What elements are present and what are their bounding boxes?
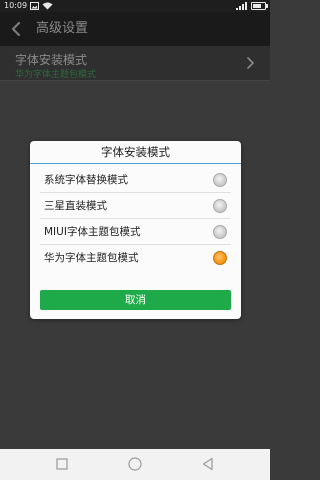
cancel-button[interactable]: 取消 xyxy=(40,290,231,310)
dialog-title-divider xyxy=(30,163,241,164)
option-label: 华为字体主题包模式 xyxy=(44,252,139,264)
battery-icon xyxy=(251,2,268,10)
triangle-back-icon[interactable] xyxy=(200,456,216,472)
navigation-bar xyxy=(0,449,270,480)
image-notification-icon xyxy=(30,2,39,10)
square-icon[interactable] xyxy=(54,456,70,472)
title-bar: 高级设置 xyxy=(0,12,270,46)
settings-row-value: 华为字体主题包模式 xyxy=(15,70,97,80)
dialog-title: 字体安装模式 xyxy=(101,145,170,159)
option-label: MIUI字体主题包模式 xyxy=(44,226,141,238)
chevron-right-icon xyxy=(247,57,254,69)
settings-row-font-install-mode[interactable]: 字体安装模式 华为字体主题包模式 xyxy=(0,46,270,81)
option-label: 系统字体替换模式 xyxy=(44,174,128,186)
settings-row-title: 字体安装模式 xyxy=(15,53,88,67)
radio-button[interactable] xyxy=(213,173,227,187)
signal-icon xyxy=(236,2,247,10)
radio-button-selected[interactable] xyxy=(213,251,227,265)
back-arrow-icon[interactable] xyxy=(8,20,26,38)
font-install-mode-dialog: 字体安装模式 系统字体替换模式 三星直装模式 MIUI字体主题包模式 华为字体主… xyxy=(30,141,241,319)
status-time: 10:09 xyxy=(4,1,28,10)
wifi-icon xyxy=(42,2,53,10)
status-right-icons xyxy=(236,0,268,12)
option-huawei-theme-package[interactable]: 华为字体主题包模式 xyxy=(30,245,241,271)
option-system-font-replace[interactable]: 系统字体替换模式 xyxy=(30,167,241,193)
option-miui-theme-package[interactable]: MIUI字体主题包模式 xyxy=(30,219,241,245)
page-title: 高级设置 xyxy=(36,21,89,36)
radio-button[interactable] xyxy=(213,225,227,239)
status-bar: 10:09 xyxy=(0,0,270,12)
status-notification-icons xyxy=(30,2,53,10)
battery-level-fill xyxy=(253,4,261,8)
circle-icon[interactable] xyxy=(127,456,143,472)
option-samsung-direct-install[interactable]: 三星直装模式 xyxy=(30,193,241,219)
option-label: 三星直装模式 xyxy=(44,200,107,212)
radio-button[interactable] xyxy=(213,199,227,213)
